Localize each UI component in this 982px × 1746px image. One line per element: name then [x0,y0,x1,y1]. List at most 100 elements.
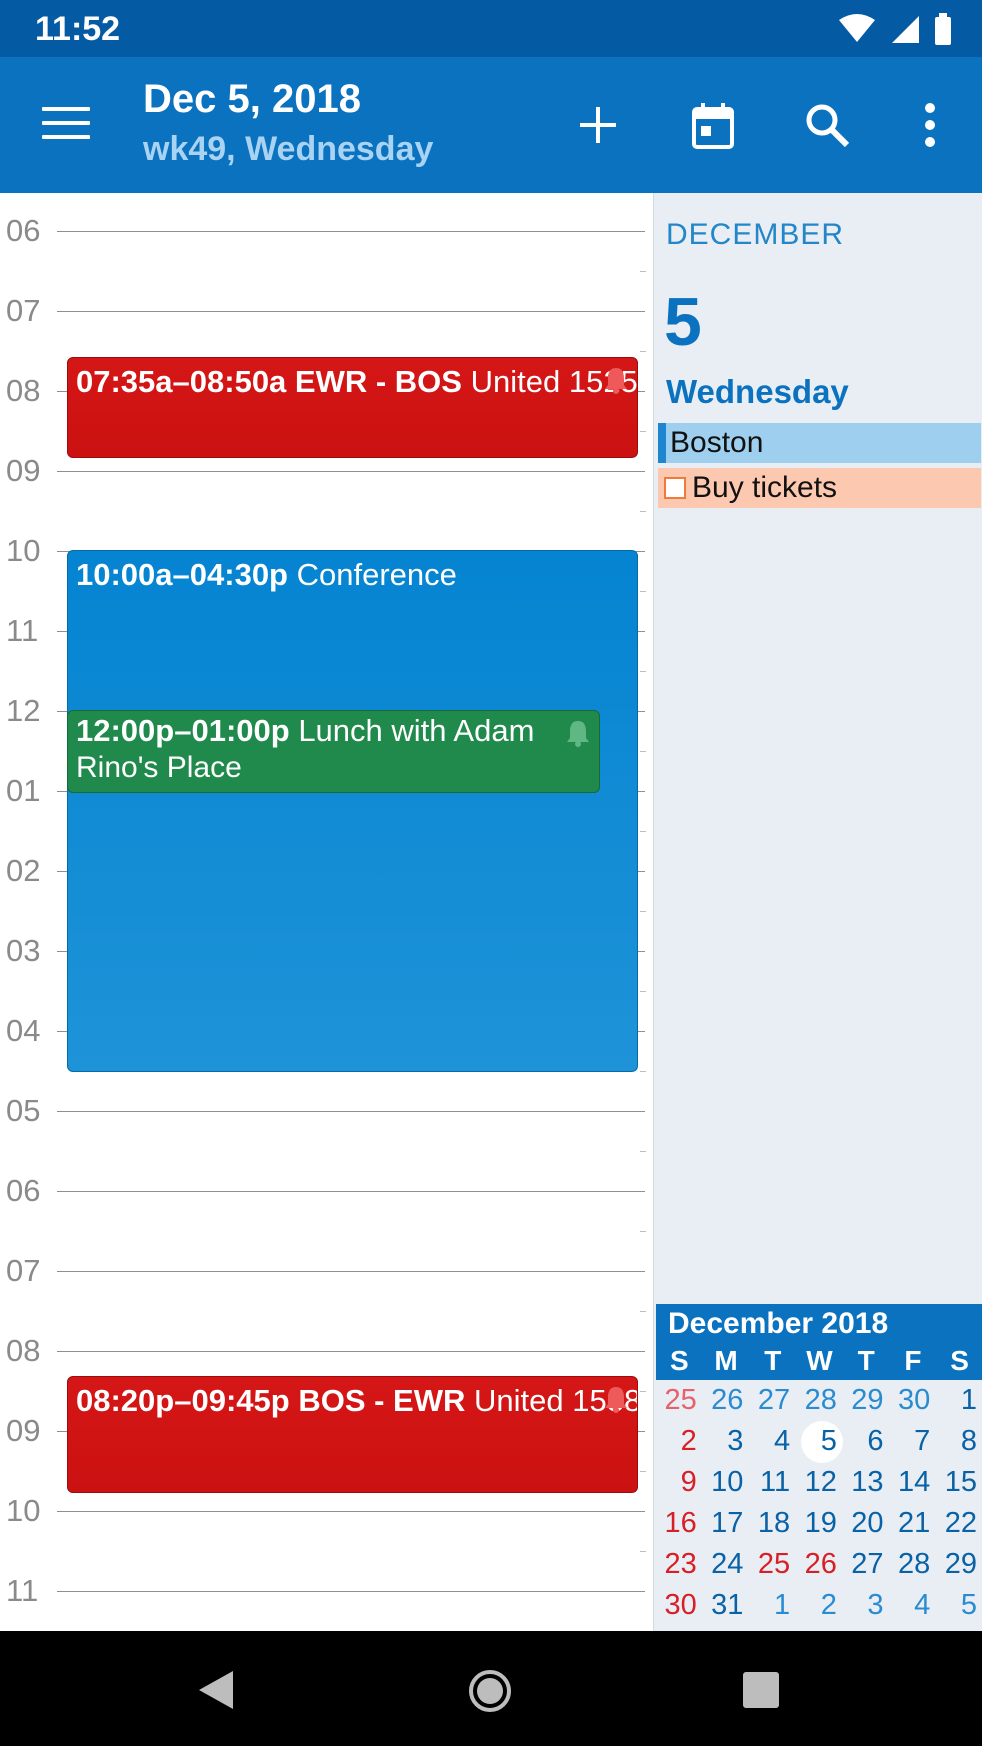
mini-calendar-day[interactable]: 3 [703,1421,750,1462]
mini-calendar-day[interactable]: 5 [936,1585,982,1626]
mini-calendar-day[interactable]: 7 [890,1421,937,1462]
event-conference[interactable]: 10:00a–04:30p Conference [67,550,638,1072]
hour-label: 12 [6,693,41,728]
mini-calendar-day[interactable]: 1 [936,1380,982,1421]
hour-line [57,231,645,232]
back-icon[interactable] [197,1669,235,1711]
status-icons [838,12,952,46]
mini-calendar-day-number: 27 [851,1548,884,1580]
day-grid[interactable]: 06 07 08 09 10 11 12 01 02 03 04 05 06 07 08 09 10 11 07:… [0,193,652,1632]
mini-calendar-day-number: 30 [664,1589,697,1621]
mini-calendar-day[interactable]: 3 [843,1585,890,1626]
half-hour-tick [640,1231,646,1232]
mini-calendar-day[interactable]: 26 [796,1544,843,1585]
mini-calendar-day-number: 15 [944,1466,977,1498]
mini-calendar-day-number: 2 [820,1589,837,1621]
add-event-button[interactable] [568,95,628,155]
mini-calendar-day[interactable]: 2 [656,1421,703,1462]
mini-calendar-day[interactable]: 8 [936,1421,982,1462]
mini-calendar-day[interactable]: 13 [843,1462,890,1503]
mini-calendar-day[interactable]: 11 [749,1462,796,1503]
event-flight-bos-ewr[interactable]: 08:20p–09:45p BOS - EWR United 1538 [67,1376,638,1493]
mini-calendar-day[interactable]: 18 [749,1503,796,1544]
mini-calendar-day[interactable]: 22 [936,1503,982,1544]
mini-calendar-day[interactable]: 30 [656,1585,703,1626]
mini-calendar-day[interactable]: 31 [703,1585,750,1626]
mini-calendar-day[interactable]: 16 [656,1503,703,1544]
panel-day-name: Wednesday [666,373,849,410]
mini-calendar-day-number: 1 [960,1384,977,1416]
hour-label: 08 [6,1333,41,1368]
bell-icon [567,721,589,747]
mini-calendar-day-number: 13 [851,1466,884,1498]
mini-calendar-day-number: 8 [960,1425,977,1457]
date-title[interactable]: Dec 5, 2018 [143,77,361,122]
hour-line [57,1591,645,1592]
mini-calendar-day[interactable]: 28 [890,1544,937,1585]
panel-month: DECEMBER [666,218,845,251]
mini-calendar-day[interactable]: 4 [890,1585,937,1626]
mini-calendar-day[interactable]: 29 [843,1380,890,1421]
mini-calendar-day-number: 21 [898,1507,931,1539]
mini-calendar-day[interactable]: 10 [703,1462,750,1503]
task-buy-tickets[interactable]: Buy tickets [658,468,981,508]
mini-calendar-day[interactable]: 5 [796,1421,843,1463]
mini-calendar-day[interactable]: 25 [656,1380,703,1421]
mini-calendar-day[interactable]: 20 [843,1503,890,1544]
mini-calendar-day[interactable]: 6 [843,1421,890,1462]
bell-icon [605,368,627,394]
home-icon[interactable] [468,1669,512,1713]
allday-event-boston[interactable]: Boston [658,423,981,463]
mini-calendar-day[interactable]: 21 [890,1503,937,1544]
mini-calendar-day-number: 9 [680,1466,697,1498]
event-title: Conference [296,557,457,592]
half-hour-tick [640,1071,646,1072]
mini-calendar-day-number: 25 [664,1384,697,1416]
half-hour-tick [640,1391,646,1392]
panel-day-number: 5 [664,284,702,360]
mini-calendar-day[interactable]: 28 [796,1380,843,1421]
mini-calendar-day[interactable]: 25 [749,1544,796,1585]
half-hour-tick [640,751,646,752]
mini-calendar-day[interactable]: 15 [936,1462,982,1503]
mini-calendar-day-number: 12 [804,1466,837,1498]
half-hour-tick [640,1471,646,1472]
weekday-label: F [904,1345,922,1376]
signal-icon [892,16,919,43]
recents-icon[interactable] [742,1671,780,1709]
half-hour-tick [640,591,646,592]
today-button[interactable] [683,95,743,155]
mini-calendar-day[interactable]: 23 [656,1544,703,1585]
mini-calendar-day[interactable]: 14 [890,1462,937,1503]
mini-calendar-day-number: 7 [914,1425,931,1457]
task-checkbox[interactable] [664,477,686,499]
hour-label: 01 [6,773,41,808]
mini-calendar-day[interactable]: 1 [749,1585,796,1626]
mini-calendar-header[interactable]: December 2018 [656,1304,982,1344]
half-hour-tick [640,1311,646,1312]
mini-calendar-day[interactable]: 30 [890,1380,937,1421]
mini-calendar-day[interactable]: 17 [703,1503,750,1544]
event-flight-ewr-bos[interactable]: 07:35a–08:50a EWR - BOS United 1525 [67,357,638,458]
mini-calendar-day[interactable]: 9 [656,1462,703,1503]
overflow-menu-button[interactable] [900,95,960,155]
mini-calendar-day[interactable]: 27 [843,1544,890,1585]
mini-calendar-day-number: 2 [680,1425,697,1457]
mini-calendar-day[interactable]: 19 [796,1503,843,1544]
mini-calendar-day[interactable]: 4 [749,1421,796,1462]
mini-calendar[interactable]: December 2018 SMTWTFS 25 26 27 28 29 30 1 2 3 4 5 6… [656,1304,982,1631]
mini-calendar-day[interactable]: 24 [703,1544,750,1585]
menu-icon[interactable] [42,107,90,141]
mini-calendar-day[interactable]: 27 [749,1380,796,1421]
mini-calendar-day[interactable]: 12 [796,1462,843,1503]
mini-calendar-day-number: 25 [757,1548,791,1580]
mini-calendar-day[interactable]: 2 [796,1585,843,1626]
battery-icon [935,13,951,45]
hour-label: 11 [6,1573,39,1608]
mini-calendar-day[interactable]: 26 [703,1380,750,1421]
mini-calendar-day[interactable]: 29 [936,1544,982,1585]
event-lunch[interactable]: 12:00p–01:00p Lunch with Adam Rino's Pla… [67,710,600,793]
mini-calendar-day-number: 27 [757,1384,791,1416]
hour-line [57,1271,645,1272]
search-button[interactable] [797,95,857,155]
